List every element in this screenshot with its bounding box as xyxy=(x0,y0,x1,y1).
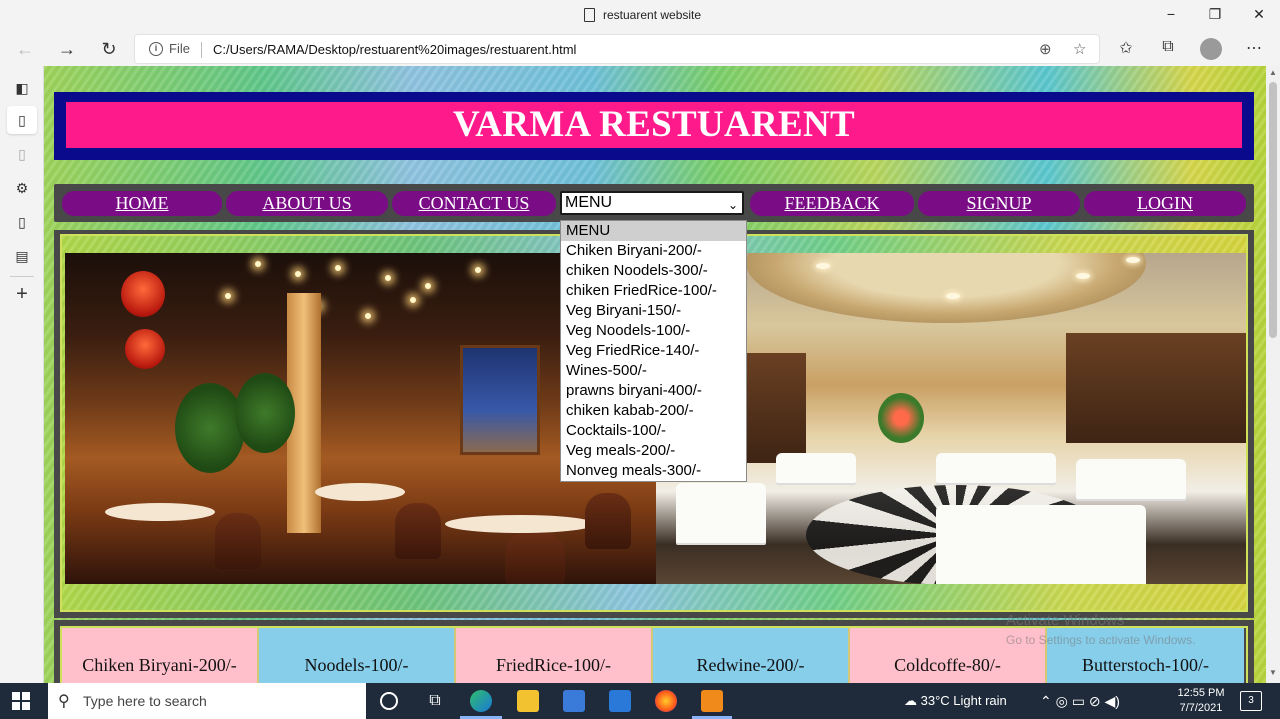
watermark-title: Activate Windows xyxy=(1006,612,1125,629)
vertical-tabs-sidebar: ◧ ▯ ▯ ⚙ ▯ ▤ + xyxy=(0,66,44,683)
menu-card: Chiken Biryani-200/- xyxy=(62,628,259,683)
scroll-thumb[interactable] xyxy=(1269,82,1277,338)
clock[interactable]: 12:55 PM 7/7/2021 xyxy=(1176,686,1226,716)
address-divider xyxy=(201,42,202,58)
tab-actions-icon[interactable]: ◧ xyxy=(12,78,32,98)
page-scrollbar[interactable]: ▲ ▼ xyxy=(1266,66,1280,683)
menu-dropdown-list[interactable]: MENU Chiken Biryani-200/- chiken Noodels… xyxy=(560,220,747,482)
weather-widget[interactable]: ☁ 33°C Light rain xyxy=(904,683,1007,719)
site-header-banner: VARMA RESTUARENT xyxy=(66,102,1242,148)
menu-option[interactable]: Wines-500/- xyxy=(561,361,746,381)
main-navigation: HOME ABOUT US CONTACT US MENU ⌄ FEEDBACK… xyxy=(54,184,1254,222)
nav-signup[interactable]: SIGNUP xyxy=(918,191,1080,216)
tab-settings-icon[interactable]: ⚙ xyxy=(12,178,32,198)
tab-calendar-icon[interactable]: ▤ xyxy=(12,246,32,266)
page-icon xyxy=(584,8,595,22)
menu-option[interactable]: prawns biryani-400/- xyxy=(561,381,746,401)
taskbar-search[interactable]: ⚲ Type here to search xyxy=(48,683,366,719)
menu-option[interactable]: Veg Biryani-150/- xyxy=(561,301,746,321)
cortana-icon[interactable] xyxy=(380,692,398,710)
maximize-button[interactable]: ❐ xyxy=(1192,4,1238,24)
menu-option[interactable]: Veg FriedRice-140/- xyxy=(561,341,746,361)
menu-option[interactable]: Nonveg meals-300/- xyxy=(561,461,746,481)
sidebar-divider xyxy=(10,276,34,277)
menu-option[interactable]: chiken kabab-200/- xyxy=(561,401,746,421)
scroll-up-arrow-icon[interactable]: ▲ xyxy=(1269,68,1277,77)
new-tab-icon[interactable]: + xyxy=(12,284,32,304)
menu-select[interactable]: MENU ⌄ xyxy=(560,191,744,215)
active-tab-icon[interactable]: ▯ xyxy=(7,106,37,134)
protocol-label: File xyxy=(169,41,190,56)
menu-option[interactable]: chiken Noodels-300/- xyxy=(561,261,746,281)
chevron-down-icon: ⌄ xyxy=(727,198,738,212)
menu-card: Noodels-100/- xyxy=(259,628,456,683)
firefox-icon[interactable] xyxy=(655,690,677,712)
store-icon[interactable] xyxy=(563,690,585,712)
mail-icon[interactable] xyxy=(609,690,631,712)
scroll-down-arrow-icon[interactable]: ▼ xyxy=(1269,668,1277,677)
activate-windows-watermark: Activate Windows Go to Settings to activ… xyxy=(1006,612,1195,647)
menu-option[interactable]: chiken FriedRice-100/- xyxy=(561,281,746,301)
cloud-icon: ☁ xyxy=(904,693,917,708)
clock-date: 7/7/2021 xyxy=(1179,702,1223,714)
task-view-icon[interactable]: ⧉ xyxy=(424,690,446,712)
tray-icons[interactable]: ⌃ ◎ ▭ ⊘ ◀) xyxy=(1040,683,1120,719)
more-menu-icon[interactable]: ⋯ xyxy=(1240,38,1268,58)
clock-time: 12:55 PM xyxy=(1177,687,1225,699)
nav-login[interactable]: LOGIN xyxy=(1084,191,1246,216)
site-title: VARMA RESTUARENT xyxy=(453,104,855,145)
search-placeholder: Type here to search xyxy=(83,693,207,709)
favorite-add-icon[interactable]: ☆ xyxy=(1073,40,1086,58)
taskbar: ⚲ Type here to search ⧉ ☁ 33°C Light rai… xyxy=(0,683,1280,719)
menu-option[interactable]: MENU xyxy=(561,221,746,241)
menu-option[interactable]: Veg Noodels-100/- xyxy=(561,321,746,341)
nav-about-us[interactable]: ABOUT US xyxy=(226,191,388,216)
browser-toolbar: ← → ↻ i File C:/Users/RAMA/Desktop/restu… xyxy=(0,32,1280,66)
address-bar[interactable]: i File C:/Users/RAMA/Desktop/restuarent%… xyxy=(134,34,1100,64)
nav-home[interactable]: HOME xyxy=(62,191,222,216)
menu-card: FriedRice-100/- xyxy=(456,628,653,683)
back-button[interactable]: ← xyxy=(10,36,40,62)
tab[interactable]: restuarent website xyxy=(584,8,701,22)
menu-option[interactable]: Veg meals-200/- xyxy=(561,441,746,461)
search-icon: ⚲ xyxy=(58,693,70,710)
site-header: VARMA RESTUARENT xyxy=(54,92,1254,160)
close-button[interactable]: ✕ xyxy=(1236,4,1280,24)
nav-contact-us[interactable]: CONTACT US xyxy=(392,191,556,216)
watermark-subtitle: Go to Settings to activate Windows. xyxy=(1006,633,1196,647)
collections-icon[interactable]: ⧉ xyxy=(1154,38,1182,56)
zoom-icon[interactable]: ⊕ xyxy=(1039,40,1052,58)
windows-start-icon[interactable] xyxy=(12,692,30,710)
forward-button[interactable]: → xyxy=(52,36,82,62)
menu-option[interactable]: Cocktails-100/- xyxy=(561,421,746,441)
refresh-button[interactable]: ↻ xyxy=(94,36,124,62)
menu-card: Redwine-200/- xyxy=(653,628,850,683)
sublime-text-icon[interactable] xyxy=(701,690,723,712)
tab-title: restuarent website xyxy=(603,8,702,22)
tab-page-icon[interactable]: ▯ xyxy=(12,144,32,164)
favorites-icon[interactable]: ✩ xyxy=(1112,38,1140,58)
menu-option[interactable]: Chiken Biryani-200/- xyxy=(561,241,746,261)
file-explorer-icon[interactable] xyxy=(517,690,539,712)
tab-document-icon[interactable]: ▯ xyxy=(12,212,32,232)
menu-select-value: MENU xyxy=(565,194,613,211)
weather-text: 33°C Light rain xyxy=(920,693,1007,708)
profile-avatar[interactable] xyxy=(1200,38,1222,60)
url-text[interactable]: C:/Users/RAMA/Desktop/restuarent%20image… xyxy=(213,42,576,57)
minimize-button[interactable]: − xyxy=(1148,4,1194,24)
site-info[interactable]: i File xyxy=(149,41,190,56)
notification-center-icon[interactable]: 3 xyxy=(1240,691,1262,711)
edge-icon[interactable] xyxy=(470,690,492,712)
title-bar: restuarent website − ❐ ✕ xyxy=(0,0,1280,32)
info-icon: i xyxy=(149,41,163,56)
nav-feedback[interactable]: FEEDBACK xyxy=(750,191,914,216)
